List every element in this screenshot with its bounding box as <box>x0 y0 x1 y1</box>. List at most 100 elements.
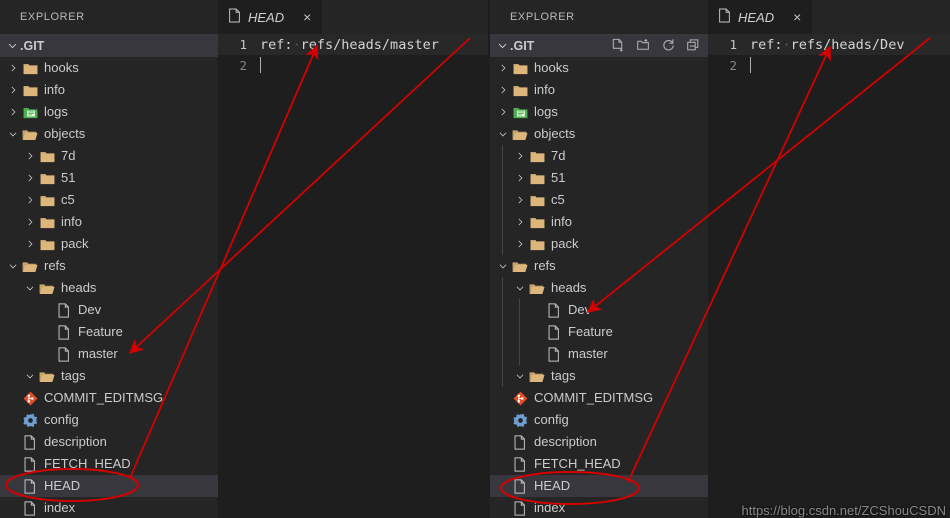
tree-row-label: master <box>568 346 608 361</box>
collapse-all-icon[interactable] <box>686 38 702 54</box>
tree-row[interactable]: COMMIT_EDITMSG <box>0 387 218 409</box>
code-line[interactable]: 2 <box>708 55 950 76</box>
tree-row-label: config <box>44 412 79 427</box>
chevron-right-icon[interactable] <box>511 239 528 249</box>
chevron-right-icon[interactable] <box>21 151 38 161</box>
tree-row-label: hooks <box>534 60 569 75</box>
chevron-right-icon[interactable] <box>21 239 38 249</box>
tree-row[interactable]: c5 <box>490 189 708 211</box>
file-tree-left[interactable]: hooks info logs objects 7d 51 c5 info pack refs he… <box>0 57 218 518</box>
tab-bar-left: HEAD × <box>218 0 488 34</box>
root-folder-row-right[interactable]: .GIT <box>490 34 708 57</box>
code-line[interactable]: 1 ref:·refs/heads/master <box>218 34 488 55</box>
close-icon[interactable]: × <box>303 10 311 24</box>
tree-row[interactable]: pack <box>0 233 218 255</box>
tree-row-selected[interactable]: HEAD <box>490 475 708 497</box>
chevron-right-icon[interactable] <box>511 173 528 183</box>
tree-row[interactable]: FETCH_HEAD <box>490 453 708 475</box>
tree-row[interactable]: info <box>490 79 708 101</box>
line-number: 1 <box>239 37 247 52</box>
tree-row[interactable]: COMMIT_EDITMSG <box>490 387 708 409</box>
chevron-right-icon[interactable] <box>511 217 528 227</box>
tree-row-selected[interactable]: HEAD <box>0 475 218 497</box>
chevron-down-icon[interactable] <box>494 40 510 51</box>
tree-row[interactable]: refs <box>490 255 708 277</box>
tree-row[interactable]: 7d <box>490 145 708 167</box>
tree-row[interactable]: objects <box>0 123 218 145</box>
chevron-down-icon[interactable] <box>21 371 38 381</box>
tree-row[interactable]: hooks <box>490 57 708 79</box>
tree-row[interactable]: pack <box>490 233 708 255</box>
tree-row[interactable]: master <box>0 343 218 365</box>
tree-row[interactable]: tags <box>0 365 218 387</box>
tree-row[interactable]: objects <box>490 123 708 145</box>
chevron-right-icon[interactable] <box>21 195 38 205</box>
tree-row[interactable]: 7d <box>0 145 218 167</box>
chevron-right-icon[interactable] <box>511 195 528 205</box>
chevron-down-icon[interactable] <box>4 40 20 51</box>
file-icon <box>21 478 39 494</box>
chevron-right-icon[interactable] <box>21 173 38 183</box>
chevron-right-icon[interactable] <box>494 107 511 117</box>
tree-row[interactable]: 51 <box>490 167 708 189</box>
file-icon <box>511 478 529 494</box>
tree-row[interactable]: logs <box>490 101 708 123</box>
new-file-icon[interactable] <box>611 38 627 54</box>
tree-row[interactable]: master <box>490 343 708 365</box>
code-area-left[interactable]: 1 ref:·refs/heads/master 2 <box>218 34 488 76</box>
tree-row-label: objects <box>44 126 86 141</box>
tree-row[interactable]: hooks <box>0 57 218 79</box>
chevron-right-icon[interactable] <box>4 107 21 117</box>
chevron-right-icon[interactable] <box>4 85 21 95</box>
tree-row[interactable]: Dev <box>490 299 708 321</box>
new-folder-icon[interactable] <box>636 38 652 54</box>
code-line[interactable]: 2 <box>218 55 488 76</box>
tab-head-left[interactable]: HEAD × <box>218 0 323 34</box>
tree-row[interactable]: 51 <box>0 167 218 189</box>
chevron-down-icon[interactable] <box>494 129 511 139</box>
chevron-down-icon[interactable] <box>4 261 21 271</box>
file-tree-right[interactable]: hooks info logs objects 7d 51 c5 info pack refs he… <box>490 57 708 518</box>
tree-row[interactable]: description <box>490 431 708 453</box>
tree-row[interactable]: c5 <box>0 189 218 211</box>
tree-row[interactable]: refs <box>0 255 218 277</box>
folder-icon <box>38 194 56 207</box>
chevron-down-icon[interactable] <box>511 283 528 293</box>
tree-row[interactable]: FETCH_HEAD <box>0 453 218 475</box>
tree-row[interactable]: Dev <box>0 299 218 321</box>
chevron-right-icon[interactable] <box>511 151 528 161</box>
root-folder-row-left[interactable]: .GIT <box>0 34 218 57</box>
close-icon[interactable]: × <box>793 10 801 24</box>
tab-head-right[interactable]: HEAD × <box>708 0 813 34</box>
chevron-right-icon[interactable] <box>494 85 511 95</box>
tree-row[interactable]: info <box>490 211 708 233</box>
tree-row[interactable]: config <box>490 409 708 431</box>
file-icon <box>21 456 39 472</box>
tree-row[interactable]: tags <box>490 365 708 387</box>
chevron-down-icon[interactable] <box>511 371 528 381</box>
chevron-right-icon[interactable] <box>494 63 511 73</box>
code-line[interactable]: 1 ref:·refs/heads/Dev <box>708 34 950 55</box>
chevron-down-icon[interactable] <box>21 283 38 293</box>
tree-row[interactable]: info <box>0 211 218 233</box>
chevron-right-icon[interactable] <box>21 217 38 227</box>
tree-row[interactable]: heads <box>0 277 218 299</box>
tree-row[interactable]: description <box>0 431 218 453</box>
tree-row[interactable]: index <box>490 497 708 518</box>
tree-row[interactable]: index <box>0 497 218 518</box>
chevron-down-icon[interactable] <box>4 129 21 139</box>
chevron-right-icon[interactable] <box>4 63 21 73</box>
screenshot-root: EXPLORER .GIT hooks info logs objects 7d 51 c5… <box>0 0 950 518</box>
tree-row[interactable]: info <box>0 79 218 101</box>
tree-row[interactable]: heads <box>490 277 708 299</box>
code-area-right[interactable]: 1 ref:·refs/heads/Dev 2 <box>708 34 950 76</box>
tree-row[interactable]: Feature <box>490 321 708 343</box>
tree-row[interactable]: Feature <box>0 321 218 343</box>
folder-open-icon <box>38 282 56 295</box>
tree-row[interactable]: logs <box>0 101 218 123</box>
file-icon <box>545 324 563 340</box>
tree-row[interactable]: config <box>0 409 218 431</box>
refresh-icon[interactable] <box>661 38 677 54</box>
chevron-down-icon[interactable] <box>494 261 511 271</box>
indent-guide <box>519 299 520 321</box>
